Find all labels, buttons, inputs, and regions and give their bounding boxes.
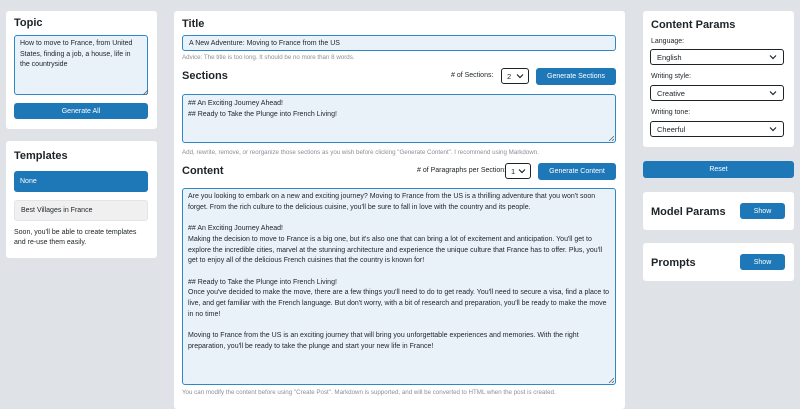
chevron-down-icon [769,91,777,96]
chevron-down-icon [769,55,777,60]
sections-count-label: # of Sections: [451,72,494,79]
paragraphs-count-label: # of Paragraphs per Section: [417,167,507,174]
sections-count-value: 2 [507,71,512,81]
templates-heading: Templates [14,150,68,162]
title-heading: Title [182,18,205,30]
sections-help: Add, rewrite, remove, or reorganize thos… [182,149,539,156]
reset-button[interactable]: Reset [643,161,794,178]
content-heading: Content [182,165,224,177]
writing-tone-value: Cheerful [657,124,686,134]
prompts-show-button[interactable]: Show [740,254,785,270]
template-item-none[interactable]: None [14,171,148,192]
templates-panel: Templates None Best Villages in France S… [6,141,157,258]
generate-content-button[interactable]: Generate Content [538,163,616,180]
language-label: Language: [651,38,685,45]
chevron-down-icon [769,127,777,132]
model-params-show-button[interactable]: Show [740,203,785,219]
topic-heading: Topic [14,17,43,29]
content-params-heading: Content Params [651,19,736,31]
resize-grip-icon [608,135,614,141]
writing-style-label: Writing style: [651,73,691,80]
resize-grip-icon [608,377,614,383]
language-value: English [657,52,682,62]
sections-heading: Sections [182,70,228,82]
model-params-panel: Model Params Show [643,192,794,230]
title-input[interactable]: A New Adventure: Moving to France from t… [182,35,616,51]
paragraphs-count-value: 1 [511,166,516,176]
chevron-down-icon [516,74,524,79]
sections-count-select[interactable]: 2 [501,68,529,84]
writing-tone-select[interactable]: Cheerful [650,121,784,137]
generate-all-button[interactable]: Generate All [14,103,148,119]
content-help: You can modify the content before using … [182,389,556,396]
language-select[interactable]: English [650,49,784,65]
writing-style-value: Creative [657,88,685,98]
paragraphs-count-select[interactable]: 1 [505,163,531,179]
model-params-heading: Model Params [651,206,726,218]
topic-textarea[interactable]: How to move to France, from United State… [14,35,148,95]
template-item-best-villages[interactable]: Best Villages in France [14,200,148,221]
main-panel: Title A New Adventure: Moving to France … [174,11,625,409]
sections-textarea[interactable]: ## An Exciting Journey Ahead! ## Ready t… [182,94,616,143]
prompts-panel: Prompts Show [643,243,794,281]
content-textarea[interactable]: Are you looking to embark on a new and e… [182,188,616,385]
prompts-heading: Prompts [651,257,696,269]
generate-sections-button[interactable]: Generate Sections [536,68,616,85]
resize-grip-icon [142,89,148,95]
writing-style-select[interactable]: Creative [650,85,784,101]
writing-tone-label: Writing tone: [651,109,691,116]
title-advice: Advice: The title is too long. It should… [182,54,355,61]
topic-panel: Topic How to move to France, from United… [6,11,157,129]
templates-note: Soon, you'll be able to create templates… [14,229,137,246]
chevron-down-icon [518,169,526,174]
content-params-panel: Content Params Language: English Writing… [643,11,794,147]
